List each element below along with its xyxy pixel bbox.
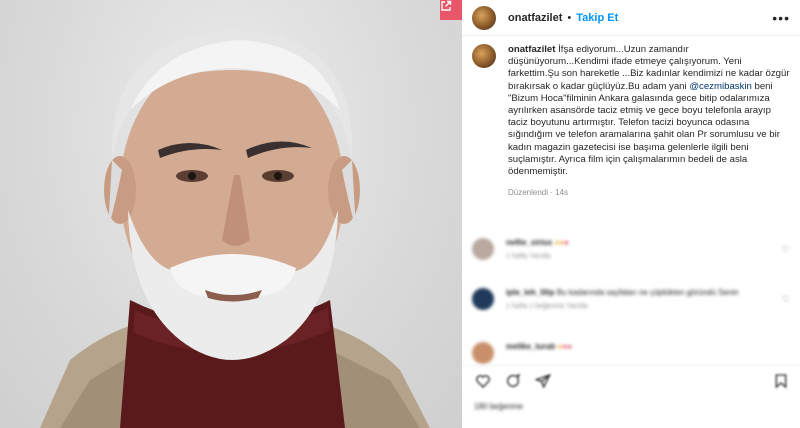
post-header: onatfazilet • Takip Et ••• bbox=[462, 0, 800, 36]
share-icon[interactable] bbox=[534, 372, 552, 390]
comment-body: iple_leh_liltp Bu kadarında sayfaları ne… bbox=[506, 288, 739, 310]
heart-icon[interactable] bbox=[474, 372, 492, 390]
caption-username[interactable]: onatfazilet bbox=[508, 44, 555, 55]
separator-dot: • bbox=[567, 11, 572, 24]
comment-text: nellie_siriux ●●● bbox=[506, 238, 570, 247]
action-bar bbox=[462, 365, 800, 395]
header-username[interactable]: onatfazilet bbox=[508, 12, 562, 24]
caption-text-part2: beni "Bizum Hoca"filminin Ankara galasın… bbox=[508, 80, 780, 178]
comment-item: melike_turab ●●● bbox=[472, 342, 572, 364]
mention-link[interactable]: @cezmibaskin bbox=[689, 81, 752, 92]
comment-text: iple_leh_liltp Bu kadarında sayfaları ne… bbox=[506, 288, 739, 297]
comment-icon[interactable] bbox=[504, 372, 522, 390]
external-link-icon bbox=[441, 0, 452, 11]
comment-item: iple_leh_liltp Bu kadarında sayfaları ne… bbox=[472, 288, 739, 310]
post-photo bbox=[0, 0, 462, 428]
caption-body: onatfazilet İfşa ediyorum...Uzun zamandı… bbox=[508, 44, 790, 197]
comment-avatar[interactable] bbox=[472, 288, 494, 310]
comment-content: Bu kadarında sayfaları ne çöplükten görü… bbox=[556, 288, 739, 297]
edited-timestamp: Düzenlendi · 14s bbox=[508, 188, 569, 198]
comment-like-icon[interactable]: ♡ bbox=[782, 294, 790, 305]
portrait-illustration bbox=[40, 30, 430, 428]
comment-text: melike_turab ●●● bbox=[506, 342, 573, 351]
post-panel: onatfazilet • Takip Et ••• onatfazilet İ… bbox=[462, 0, 800, 428]
avatar[interactable] bbox=[472, 5, 496, 30]
expand-button[interactable] bbox=[440, 0, 462, 20]
comment-meta: 1 hafta 1 beğenme Yanıtla bbox=[506, 303, 588, 310]
comment-username[interactable]: iple_leh_liltp bbox=[506, 288, 554, 297]
likes-count[interactable]: 180 beğenme bbox=[474, 402, 523, 411]
comment-avatar[interactable] bbox=[472, 238, 494, 260]
caption-avatar[interactable] bbox=[472, 44, 496, 68]
more-horizontal-icon[interactable]: ••• bbox=[772, 10, 790, 26]
caption: onatfazilet İfşa ediyorum...Uzun zamandı… bbox=[472, 44, 790, 197]
comment-avatar[interactable] bbox=[472, 342, 494, 364]
caption-text: onatfazilet İfşa ediyorum...Uzun zamandı… bbox=[508, 44, 790, 178]
comment-meta: 1 hafta Yanıtla bbox=[506, 253, 551, 260]
comment-like-icon[interactable]: ♡ bbox=[782, 244, 790, 255]
follow-button[interactable]: Takip Et bbox=[576, 12, 618, 24]
comment-body: nellie_siriux ●●● 1 hafta Yanıtla bbox=[506, 238, 569, 260]
comment-body: melike_turab ●●● bbox=[506, 342, 572, 351]
comment-username[interactable]: nellie_siriux bbox=[506, 238, 552, 247]
comment-username[interactable]: melike_turab bbox=[506, 342, 555, 351]
comment-item: nellie_siriux ●●● 1 hafta Yanıtla bbox=[472, 238, 569, 260]
bookmark-icon[interactable] bbox=[772, 372, 790, 390]
